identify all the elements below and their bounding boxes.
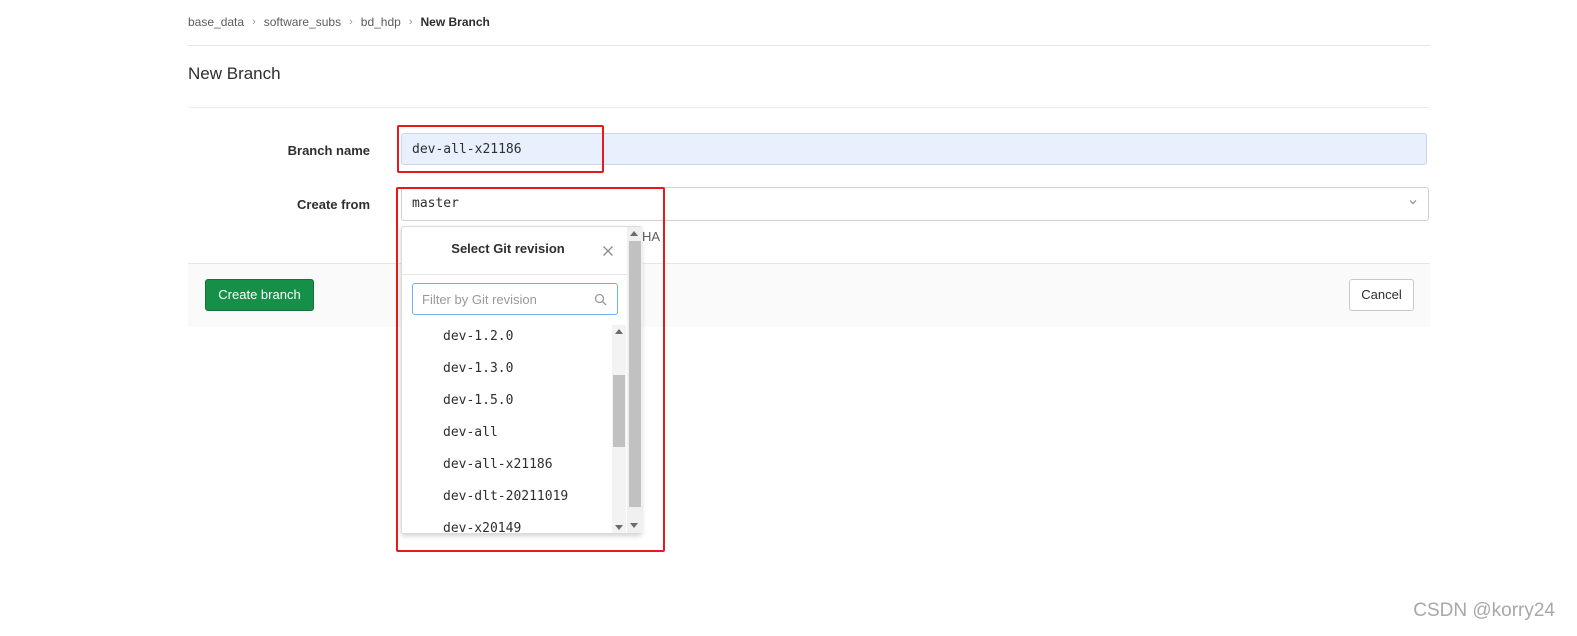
annotation-highlight-box [397, 125, 604, 173]
page-title: New Branch [188, 64, 281, 83]
chevron-down-icon [1409, 200, 1417, 205]
breadcrumb-item-software-subs[interactable]: software_subs [264, 15, 341, 29]
breadcrumb-item-base-data[interactable]: base_data [188, 15, 244, 29]
breadcrumb-item-current[interactable]: New Branch [421, 15, 490, 29]
create-from-label: Create from [297, 197, 370, 212]
cancel-button[interactable]: Cancel [1349, 279, 1414, 311]
watermark: CSDN @korry24 [1413, 600, 1555, 621]
breadcrumb-item-bd-hdp[interactable]: bd_hdp [361, 15, 401, 29]
breadcrumb-separator-icon: › [349, 16, 353, 28]
create-branch-button[interactable]: Create branch [205, 279, 314, 311]
annotation-highlight-box [396, 187, 665, 552]
form-actions-bar [188, 263, 1430, 327]
header-divider [188, 45, 1430, 46]
branch-name-label: Branch name [287, 143, 370, 158]
title-divider [188, 107, 1430, 108]
breadcrumb-separator-icon: › [408, 16, 413, 28]
breadcrumb-separator-icon: › [252, 16, 256, 28]
breadcrumb: base_data › software_subs › bd_hdp › New… [188, 15, 490, 29]
